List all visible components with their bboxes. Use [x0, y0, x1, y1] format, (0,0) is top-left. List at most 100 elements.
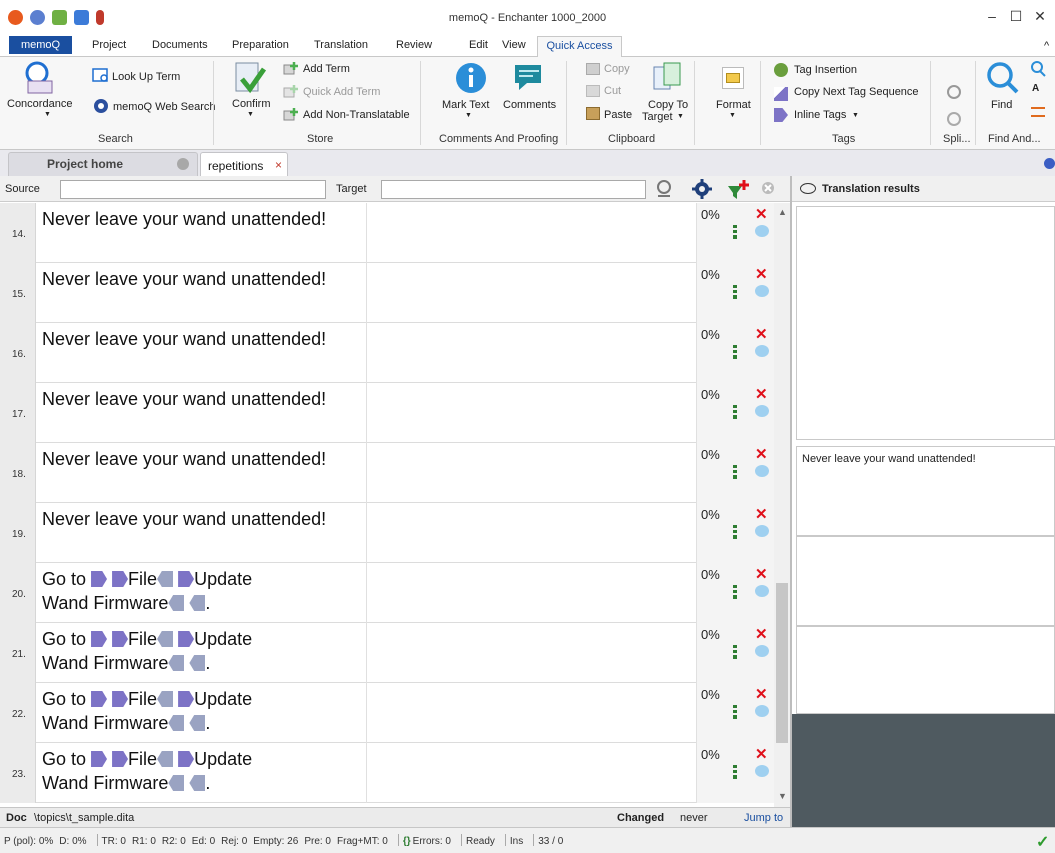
tag-open-icon[interactable] — [91, 631, 108, 647]
minimize-button[interactable]: – — [982, 8, 1002, 24]
comment-icon[interactable] — [755, 345, 769, 357]
source-filter-input[interactable] — [60, 180, 326, 199]
tag-open-icon[interactable] — [178, 631, 195, 647]
copy-to-target-label-2[interactable]: Target — [642, 111, 673, 123]
source-segment[interactable]: Never leave your wand unattended! — [42, 327, 360, 351]
tag-close-icon[interactable] — [168, 595, 185, 611]
tab-quick-access[interactable]: Quick Access — [537, 36, 622, 57]
comment-icon[interactable] — [755, 645, 769, 657]
tab-view[interactable]: View — [502, 39, 526, 51]
tag-close-icon[interactable] — [157, 631, 174, 647]
table-row[interactable]: 14. Never leave your wand unattended! 0% ✕ — [0, 203, 774, 263]
add-filter-icon[interactable] — [726, 178, 750, 200]
table-row[interactable]: 23. Go to File Update Wand Firmware . 0% ✕ — [0, 743, 774, 803]
comment-icon[interactable] — [755, 285, 769, 297]
reject-icon[interactable]: ✕ — [755, 685, 768, 703]
tag-open-icon[interactable] — [112, 631, 129, 647]
filter-icon[interactable] — [655, 179, 677, 199]
tag-close-icon[interactable] — [189, 655, 206, 671]
find-button[interactable]: Find — [991, 99, 1012, 111]
source-segment[interactable]: Go to File Update Wand Firmware . — [42, 627, 360, 675]
target-filter-input[interactable] — [381, 180, 646, 199]
clear-filter-icon[interactable] — [760, 180, 778, 198]
table-row[interactable]: 21. Go to File Update Wand Firmware . 0% ✕ — [0, 623, 774, 683]
table-row[interactable]: 22. Go to File Update Wand Firmware . 0% ✕ — [0, 683, 774, 743]
close-icon[interactable] — [177, 158, 189, 170]
confirm-button[interactable]: Confirm — [232, 98, 271, 110]
tab-documents[interactable]: Documents — [152, 39, 208, 51]
tab-preparation[interactable]: Preparation — [232, 39, 289, 51]
scroll-down-icon[interactable]: ▼ — [778, 791, 787, 801]
eye-icon[interactable] — [800, 183, 816, 194]
source-segment[interactable]: Never leave your wand unattended! — [42, 507, 360, 531]
tag-open-icon[interactable] — [112, 751, 129, 767]
reject-icon[interactable]: ✕ — [755, 385, 768, 403]
source-segment[interactable]: Go to File Update Wand Firmware . — [42, 747, 360, 795]
tag-close-icon[interactable] — [157, 751, 174, 767]
reject-icon[interactable]: ✕ — [755, 625, 768, 643]
memoq-web-search-button[interactable]: memoQ Web Search — [113, 101, 216, 113]
comment-icon[interactable] — [755, 525, 769, 537]
target-segment[interactable] — [366, 503, 696, 563]
target-segment[interactable] — [366, 203, 696, 263]
table-row[interactable]: 16. Never leave your wand unattended! 0% ✕ — [0, 323, 774, 383]
tag-open-icon[interactable] — [178, 691, 195, 707]
reject-icon[interactable]: ✕ — [755, 445, 768, 463]
target-segment[interactable] — [366, 383, 696, 443]
dropdown-icon[interactable] — [1044, 158, 1055, 169]
reject-icon[interactable]: ✕ — [755, 565, 768, 583]
copy-to-target-label-1[interactable]: Copy To — [648, 99, 688, 111]
tag-open-icon[interactable] — [178, 751, 195, 767]
comment-icon[interactable] — [755, 225, 769, 237]
source-segment[interactable]: Never leave your wand unattended! — [42, 267, 360, 291]
tag-close-icon[interactable] — [168, 715, 185, 731]
replace-icon[interactable]: A — [1032, 83, 1039, 94]
jump-to-link[interactable]: Jump to — [744, 812, 783, 824]
paste-button[interactable]: Paste — [604, 109, 632, 121]
reject-icon[interactable]: ✕ — [755, 745, 768, 763]
table-row[interactable]: 15. Never leave your wand unattended! 0% ✕ — [0, 263, 774, 323]
comment-icon[interactable] — [755, 465, 769, 477]
tab-review[interactable]: Review — [396, 39, 432, 51]
target-segment[interactable] — [366, 623, 696, 683]
tag-close-icon[interactable] — [189, 715, 206, 731]
tag-close-icon[interactable] — [168, 775, 185, 791]
comment-icon[interactable] — [755, 765, 769, 777]
look-up-term-button[interactable]: Look Up Term — [112, 71, 180, 83]
mark-text-button[interactable]: Mark Text — [442, 99, 489, 111]
format-button[interactable]: Format — [716, 99, 751, 111]
tab-edit[interactable]: Edit — [469, 39, 488, 51]
tag-close-icon[interactable] — [157, 571, 174, 587]
tab-memoq[interactable]: memoQ — [9, 36, 72, 54]
tag-open-icon[interactable] — [91, 691, 108, 707]
target-segment[interactable] — [366, 743, 696, 803]
source-segment[interactable]: Never leave your wand unattended! — [42, 447, 360, 471]
table-row[interactable]: 19. Never leave your wand unattended! 0% ✕ — [0, 503, 774, 563]
scroll-up-icon[interactable]: ▲ — [778, 207, 787, 217]
source-segment[interactable]: Never leave your wand unattended! — [42, 387, 360, 411]
search-icon[interactable] — [1030, 61, 1046, 77]
confirm-icon[interactable] — [232, 61, 266, 95]
tag-open-icon[interactable] — [112, 691, 129, 707]
table-row[interactable]: 20. Go to File Update Wand Firmware . 0% ✕ — [0, 563, 774, 623]
source-segment[interactable]: Go to File Update Wand Firmware . — [42, 687, 360, 735]
tab-project-home[interactable]: Project home — [8, 152, 198, 176]
copy-button[interactable]: Copy — [604, 63, 630, 75]
quick-add-term-button[interactable]: Quick Add Term — [303, 86, 380, 98]
filter-icon[interactable] — [1031, 107, 1045, 117]
tag-close-icon[interactable] — [189, 775, 206, 791]
table-row[interactable]: 17. Never leave your wand unattended! 0% ✕ — [0, 383, 774, 443]
mark-text-icon[interactable] — [454, 61, 488, 95]
tag-close-icon[interactable] — [189, 595, 206, 611]
tag-open-icon[interactable] — [112, 571, 129, 587]
source-segment[interactable]: Never leave your wand unattended! — [42, 207, 360, 231]
comments-button[interactable]: Comments — [503, 99, 556, 111]
tag-close-icon[interactable] — [157, 691, 174, 707]
target-segment[interactable] — [366, 323, 696, 383]
source-segment[interactable]: Go to File Update Wand Firmware . — [42, 567, 360, 615]
find-icon[interactable] — [985, 61, 1019, 95]
target-segment[interactable] — [366, 563, 696, 623]
tab-project[interactable]: Project — [92, 39, 126, 51]
maximize-button[interactable]: ☐ — [1006, 8, 1026, 25]
add-non-translatable-button[interactable]: Add Non-Translatable — [303, 109, 410, 121]
